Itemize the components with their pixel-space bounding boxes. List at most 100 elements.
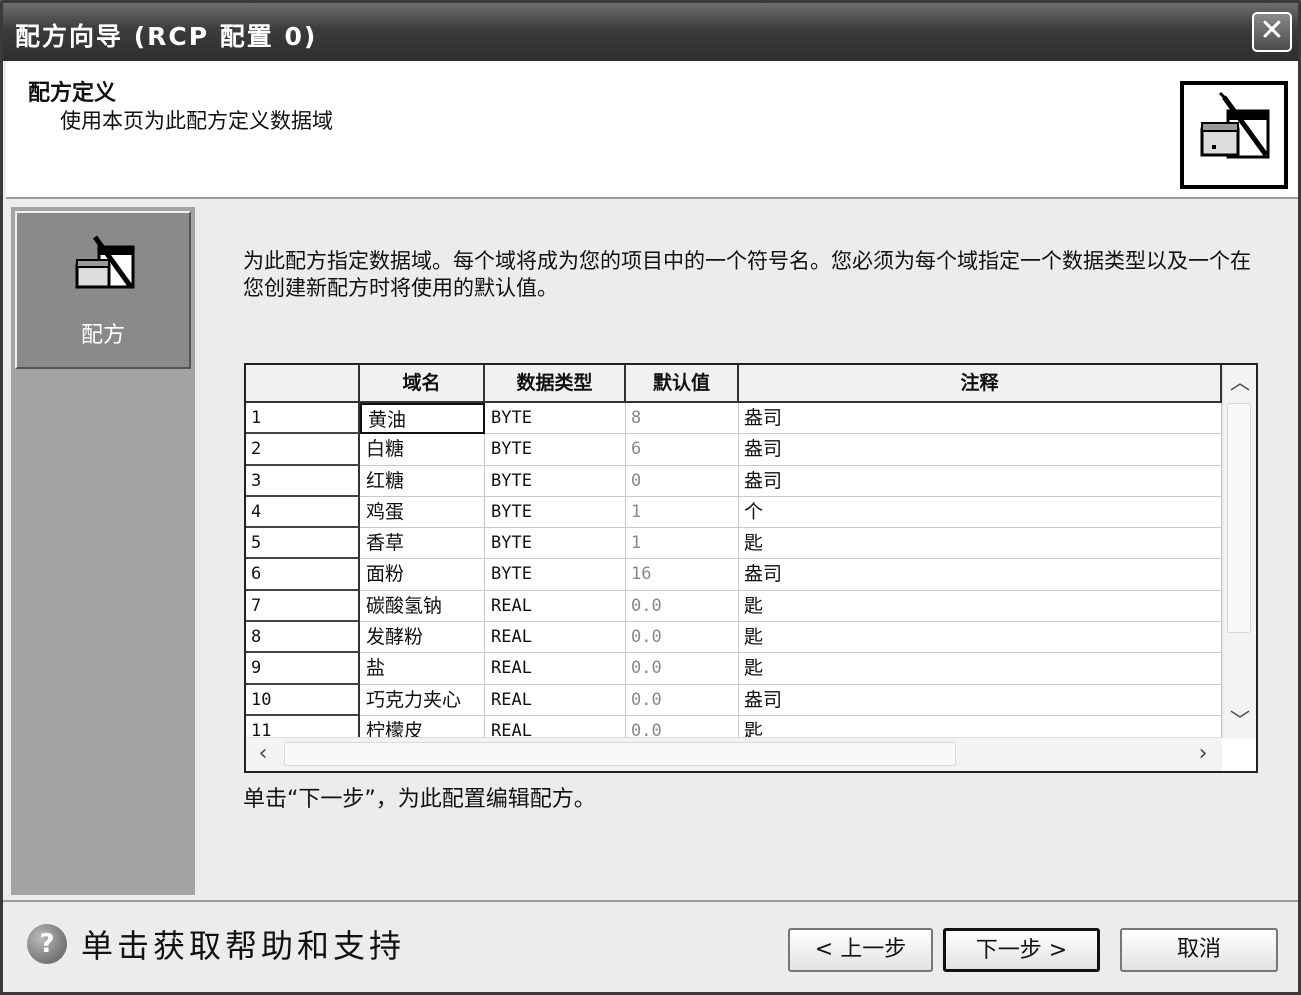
- title-bar: 配方向导 (RCP 配置 0) ✕: [3, 3, 1298, 61]
- cell-num: 8: [246, 622, 360, 654]
- wizard-window: 配方向导 (RCP 配置 0) ✕ 配方定义 使用本页为此配方定义数据域 配方 …: [0, 0, 1301, 995]
- cell-note[interactable]: 匙: [739, 590, 1222, 623]
- grid-header: 域名 数据类型 默认值 注释: [246, 365, 1222, 403]
- cell-note[interactable]: 盎司: [739, 559, 1222, 591]
- cell-name[interactable]: 盐: [360, 653, 485, 685]
- cell-name[interactable]: 柠檬皮: [360, 715, 485, 738]
- cell-type[interactable]: BYTE: [485, 528, 626, 560]
- cell-default[interactable]: 0.0: [626, 590, 739, 623]
- cell-note[interactable]: 盎司: [739, 684, 1222, 716]
- vertical-scrollbar[interactable]: ︿ ﹀: [1222, 365, 1256, 738]
- cell-name[interactable]: 香草: [360, 528, 485, 560]
- help-link[interactable]: ? 单击获取帮助和支持: [27, 921, 405, 967]
- cell-num: 11: [246, 715, 360, 738]
- cell-default[interactable]: 6: [626, 434, 739, 466]
- horizontal-scrollbar[interactable]: ‹ ›: [246, 737, 1222, 771]
- cell-type[interactable]: BYTE: [485, 559, 626, 591]
- cell-type[interactable]: BYTE: [485, 403, 626, 435]
- cell-num: 9: [246, 653, 360, 685]
- cell-default[interactable]: 0.0: [626, 622, 739, 654]
- cancel-button[interactable]: 取消: [1120, 928, 1278, 972]
- cell-name[interactable]: 发酵粉: [360, 622, 485, 654]
- cell-name[interactable]: 红糖: [360, 465, 485, 497]
- cell-name[interactable]: 碳酸氢钠: [360, 590, 485, 623]
- vertical-scroll-thumb[interactable]: [1227, 403, 1251, 633]
- cell-default[interactable]: 0.0: [626, 653, 739, 685]
- cell-type[interactable]: REAL: [485, 715, 626, 738]
- table-row[interactable]: 11 柠檬皮 REAL 0.0 匙: [246, 715, 1222, 738]
- cell-type[interactable]: REAL: [485, 684, 626, 716]
- cell-num: 1: [246, 403, 360, 435]
- recipe-icon: [69, 233, 141, 303]
- cell-num: 2: [246, 434, 360, 466]
- cell-default[interactable]: 16: [626, 559, 739, 591]
- cell-note[interactable]: 匙: [739, 653, 1222, 685]
- scroll-up-icon[interactable]: ︿: [1223, 367, 1256, 397]
- footer-divider: [3, 900, 1298, 902]
- cell-name[interactable]: 巧克力夹心: [360, 684, 485, 716]
- recipe-wizard-icon: [1180, 81, 1288, 189]
- sidebar-item-recipe[interactable]: 配方: [15, 211, 191, 369]
- table-row[interactable]: 10 巧克力夹心 REAL 0.0 盎司: [246, 684, 1222, 716]
- cell-type[interactable]: REAL: [485, 590, 626, 623]
- table-row[interactable]: 5 香草 BYTE 1 匙: [246, 528, 1222, 560]
- cell-num: 10: [246, 684, 360, 716]
- cell-note[interactable]: 盎司: [739, 403, 1222, 435]
- table-row[interactable]: 3 红糖 BYTE 0 盎司: [246, 465, 1222, 497]
- page-subtitle: 使用本页为此配方定义数据域: [60, 109, 333, 133]
- next-step-hint: 单击“下一步”，为此配置编辑配方。: [243, 787, 596, 812]
- cell-type[interactable]: REAL: [485, 622, 626, 654]
- back-button[interactable]: < 上一步: [788, 928, 933, 972]
- cell-type[interactable]: BYTE: [485, 496, 626, 529]
- cell-type[interactable]: BYTE: [485, 434, 626, 466]
- help-link-text[interactable]: 单击获取帮助和支持: [81, 921, 405, 967]
- scroll-down-icon[interactable]: ﹀: [1223, 705, 1256, 735]
- help-icon[interactable]: ?: [27, 924, 67, 964]
- cell-default[interactable]: 0: [626, 465, 739, 497]
- scroll-left-icon[interactable]: ‹: [246, 738, 280, 771]
- column-header-type[interactable]: 数据类型: [485, 365, 626, 403]
- cell-num: 4: [246, 496, 360, 529]
- cell-note[interactable]: 匙: [739, 528, 1222, 560]
- cell-num: 7: [246, 590, 360, 623]
- table-row[interactable]: 2 白糖 BYTE 6 盎司: [246, 434, 1222, 466]
- window-title: 配方向导 (RCP 配置 0): [15, 22, 318, 51]
- scroll-right-icon[interactable]: ›: [1186, 738, 1220, 771]
- horizontal-scroll-thumb[interactable]: [284, 742, 956, 766]
- close-button[interactable]: ✕: [1252, 12, 1292, 52]
- cell-default[interactable]: 0.0: [626, 715, 739, 738]
- cell-default[interactable]: 1: [626, 496, 739, 529]
- cell-name[interactable]: 面粉: [360, 559, 485, 591]
- cell-type[interactable]: BYTE: [485, 465, 626, 497]
- cell-note[interactable]: 匙: [739, 715, 1222, 738]
- cell-note[interactable]: 盎司: [739, 434, 1222, 466]
- table-row[interactable]: 8 发酵粉 REAL 0.0 匙: [246, 622, 1222, 654]
- page-description: 为此配方指定数据域。每个域将成为您的项目中的一个符号名。您必须为每个域指定一个数…: [243, 249, 1251, 300]
- cell-name[interactable]: 鸡蛋: [360, 496, 485, 529]
- table-row[interactable]: 7 碳酸氢钠 REAL 0.0 匙: [246, 590, 1222, 623]
- wizard-sidebar: 配方: [11, 207, 195, 895]
- cell-note[interactable]: 个: [739, 496, 1222, 529]
- column-header-name[interactable]: 域名: [360, 365, 485, 403]
- table-row[interactable]: 9 盐 REAL 0.0 匙: [246, 653, 1222, 685]
- table-row[interactable]: 1 黄油 BYTE 8 盎司: [246, 403, 1222, 435]
- cell-name[interactable]: 黄油: [360, 403, 485, 435]
- cell-type[interactable]: REAL: [485, 653, 626, 685]
- next-button[interactable]: 下一步 >: [943, 928, 1100, 972]
- cell-num: 6: [246, 559, 360, 591]
- page-title: 配方定义: [28, 81, 117, 106]
- cell-note[interactable]: 匙: [739, 622, 1222, 654]
- column-header-note[interactable]: 注释: [739, 365, 1222, 403]
- cell-name[interactable]: 白糖: [360, 434, 485, 466]
- cell-default[interactable]: 0.0: [626, 684, 739, 716]
- column-header-default[interactable]: 默认值: [626, 365, 739, 403]
- cell-default[interactable]: 8: [626, 403, 739, 435]
- sidebar-item-label: 配方: [80, 323, 125, 348]
- grid-body: 1 黄油 BYTE 8 盎司 2 白糖 BYTE 6 盎司 3 红糖 BYTE 0 盎司 4 鸡蛋 BYTE 1 个 5…: [246, 403, 1222, 738]
- cell-default[interactable]: 1: [626, 528, 739, 560]
- recipe-field-grid[interactable]: 域名 数据类型 默认值 注释 1 黄油 BYTE 8 盎司 2 白糖 BYTE 6 盎司 3 红糖 BY…: [244, 363, 1258, 773]
- header-panel: 配方定义 使用本页为此配方定义数据域: [6, 61, 1298, 199]
- table-row[interactable]: 4 鸡蛋 BYTE 1 个: [246, 496, 1222, 529]
- table-row[interactable]: 6 面粉 BYTE 16 盎司: [246, 559, 1222, 591]
- cell-note[interactable]: 盎司: [739, 465, 1222, 497]
